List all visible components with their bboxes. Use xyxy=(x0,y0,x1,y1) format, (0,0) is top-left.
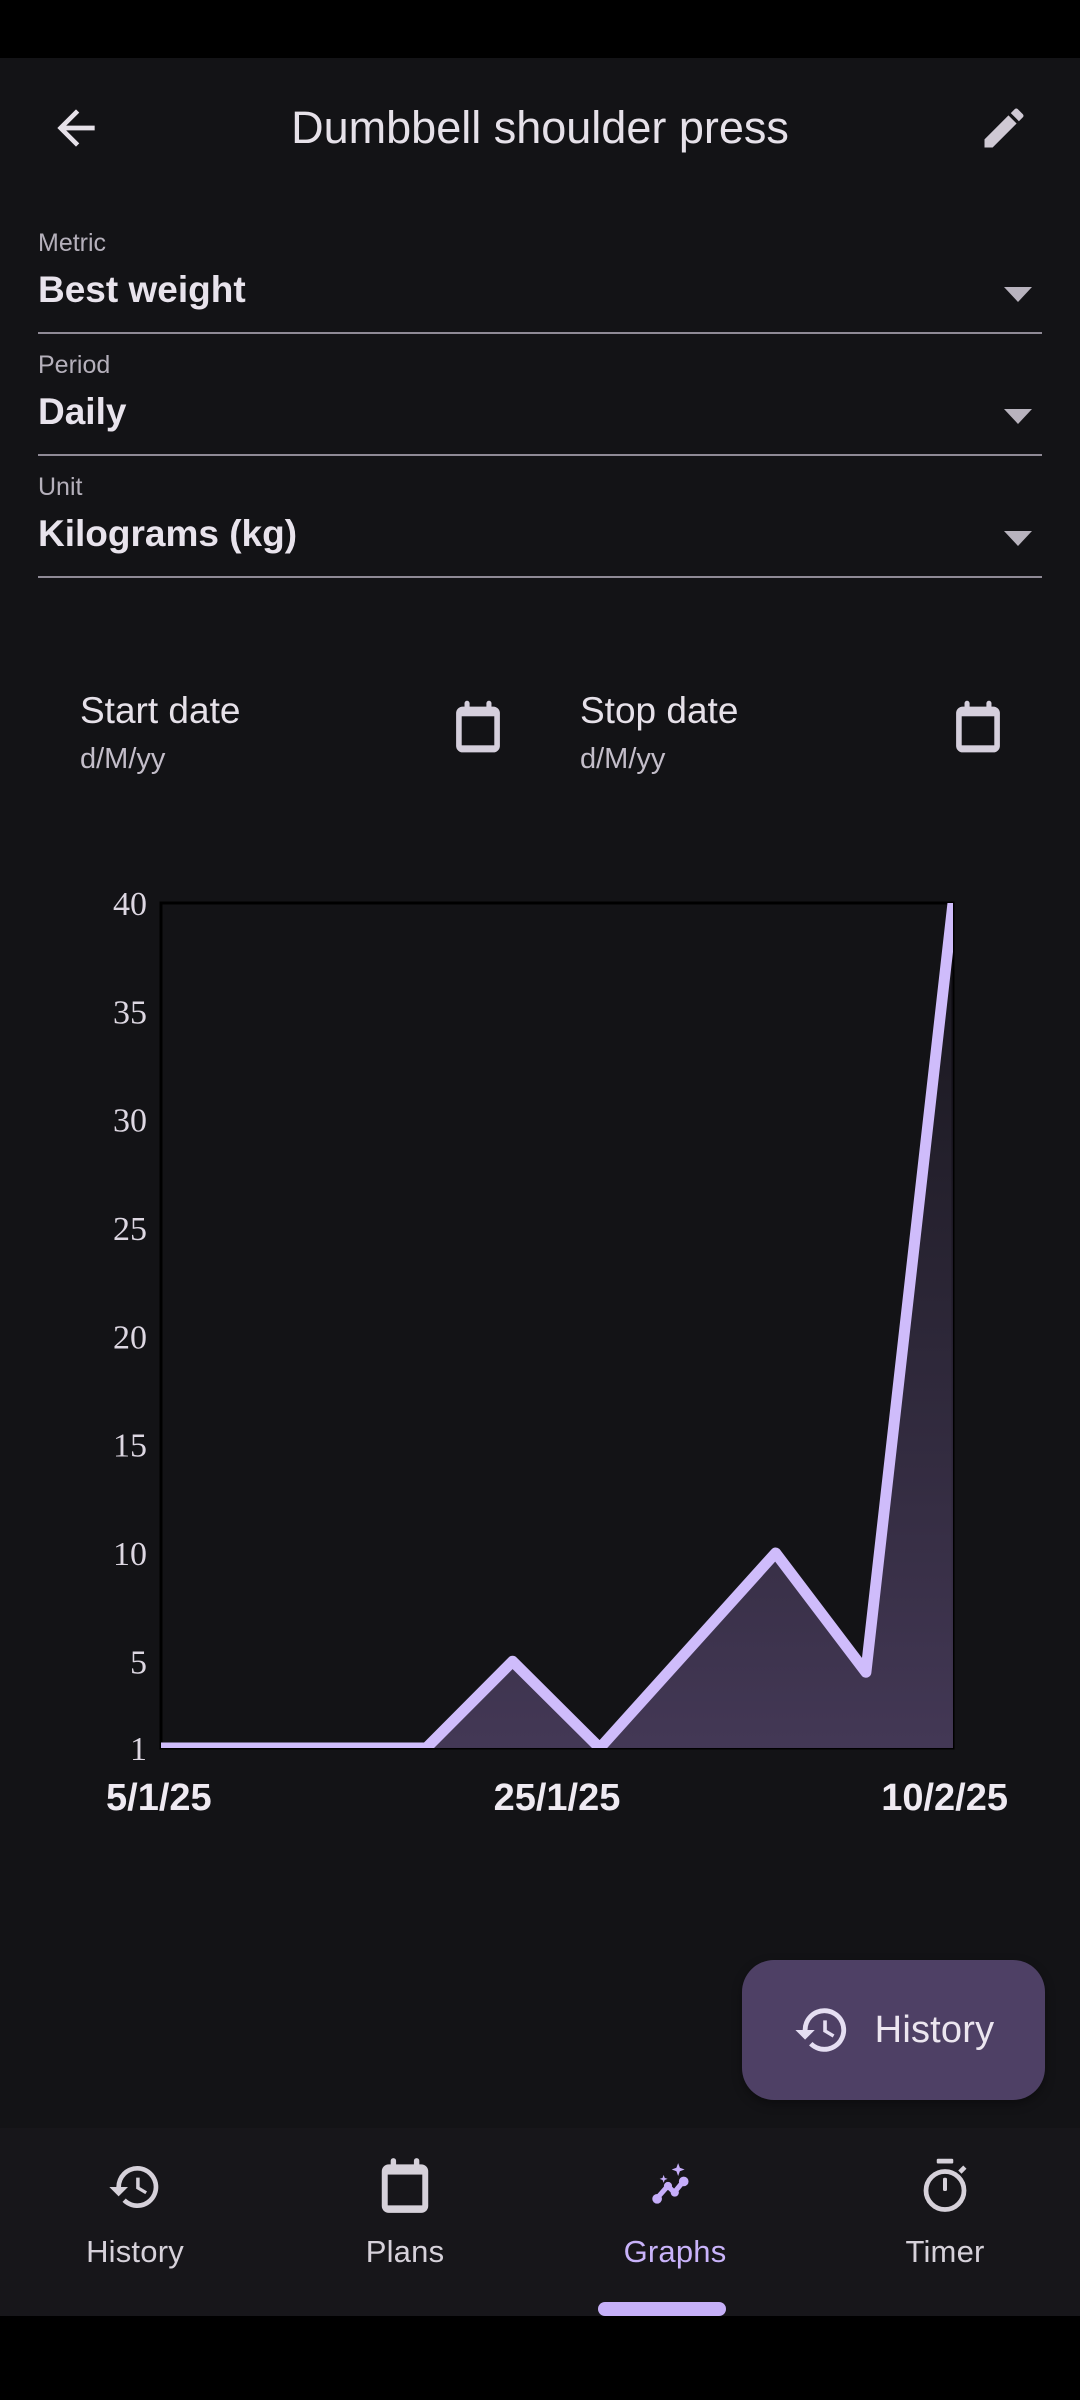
edit-button[interactable] xyxy=(956,80,1052,176)
chart-y-axis-labels: 40 35 30 25 20 15 10 5 1 xyxy=(113,886,147,1768)
unit-select-label: Unit xyxy=(38,473,83,501)
history-clock-icon xyxy=(795,2008,846,2052)
unit-select[interactable]: Unit Kilograms (kg) xyxy=(38,456,1042,578)
bottom-navigation-bar: History Plans Graphs Timer xyxy=(0,2128,1080,2316)
chart-y-tick-label: 1 xyxy=(130,1731,147,1768)
chart-y-tick-label: 20 xyxy=(113,1319,147,1356)
calendar-icon xyxy=(956,700,1000,753)
chart-x-axis-labels: 5/1/25 25/1/25 10/2/25 xyxy=(106,1777,1008,1819)
back-button[interactable] xyxy=(28,80,124,176)
chart-y-tick-label: 40 xyxy=(113,886,147,923)
home-indicator xyxy=(598,2302,726,2316)
nav-item-history[interactable]: History xyxy=(0,2128,270,2316)
progress-chart: 40 35 30 25 20 15 10 5 1 5/1/25 25/1/25 10/2/25 xyxy=(0,870,1080,1830)
stopwatch-icon xyxy=(917,2156,973,2218)
chart-y-tick-label: 30 xyxy=(113,1103,147,1140)
metric-select-value: Best weight xyxy=(38,269,246,310)
unit-select-value: Kilograms (kg) xyxy=(38,513,298,554)
nav-item-plans[interactable]: Plans xyxy=(270,2128,540,2316)
chevron-down-icon xyxy=(1004,287,1032,302)
app-bar: Dumbbell shoulder press xyxy=(0,58,1080,198)
metric-select[interactable]: Metric Best weight xyxy=(38,212,1042,334)
chevron-down-icon xyxy=(1004,409,1032,424)
page-title: Dumbbell shoulder press xyxy=(291,102,789,153)
filter-selects: Metric Best weight Period Daily Unit Kil… xyxy=(0,212,1080,578)
chart-x-tick-label: 10/2/25 xyxy=(881,1777,1008,1819)
start-date-title: Start date xyxy=(80,690,241,731)
history-clock-icon xyxy=(107,2156,163,2218)
period-select-label: Period xyxy=(38,351,111,379)
system-gesture-bar xyxy=(0,2316,1080,2400)
chart-y-tick-label: 35 xyxy=(113,994,147,1031)
nav-label-plans: Plans xyxy=(365,2234,445,2269)
stop-date-calendar-button[interactable] xyxy=(942,692,1014,764)
start-date-text: Start date d/M/yy xyxy=(80,686,240,780)
period-select[interactable]: Period Daily xyxy=(38,334,1042,456)
chart-canvas: 40 35 30 25 20 15 10 5 1 5/1/25 25/1/25 10/2/25 xyxy=(106,886,1008,1819)
system-status-bar xyxy=(0,0,1080,58)
pencil-edit-icon xyxy=(984,108,1024,148)
start-date-field[interactable]: Start date d/M/yy xyxy=(40,686,540,780)
chevron-down-icon xyxy=(1004,531,1032,546)
chart-x-tick-label: 5/1/25 xyxy=(106,1777,212,1819)
chart-y-tick-label: 15 xyxy=(113,1428,147,1465)
nav-item-graphs[interactable]: Graphs xyxy=(540,2128,810,2316)
nav-label-history: History xyxy=(86,2234,184,2269)
chart-y-tick-label: 25 xyxy=(113,1211,147,1248)
history-fab-label: History xyxy=(874,2008,995,2051)
calendar-icon xyxy=(456,700,500,753)
history-fab-button[interactable]: History xyxy=(742,1960,1045,2100)
stop-date-text: Stop date d/M/yy xyxy=(580,686,738,780)
phone-screen: Dumbbell shoulder press Metric Best weig… xyxy=(0,0,1080,2400)
nav-label-graphs: Graphs xyxy=(623,2234,727,2269)
chart-y-tick-label: 5 xyxy=(130,1644,147,1681)
stop-date-field[interactable]: Stop date d/M/yy xyxy=(540,686,1040,780)
metric-select-label: Metric xyxy=(38,229,107,257)
calendar-icon xyxy=(378,2156,432,2218)
start-date-calendar-button[interactable] xyxy=(442,692,514,764)
arrow-back-icon xyxy=(57,109,95,147)
date-range-row: Start date d/M/yy Stop date d/M/yy xyxy=(0,686,1080,780)
start-date-hint: d/M/yy xyxy=(80,743,166,775)
chart-x-tick-label: 25/1/25 xyxy=(494,1777,621,1819)
stop-date-hint: d/M/yy xyxy=(580,743,666,775)
nav-label-timer: Timer xyxy=(905,2234,985,2269)
chart-line xyxy=(161,903,953,1748)
query-stats-icon xyxy=(646,2156,704,2218)
nav-item-timer[interactable]: Timer xyxy=(810,2128,1080,2316)
chart-y-tick-label: 10 xyxy=(113,1536,147,1573)
period-select-value: Daily xyxy=(38,391,127,432)
stop-date-title: Stop date xyxy=(580,690,739,731)
